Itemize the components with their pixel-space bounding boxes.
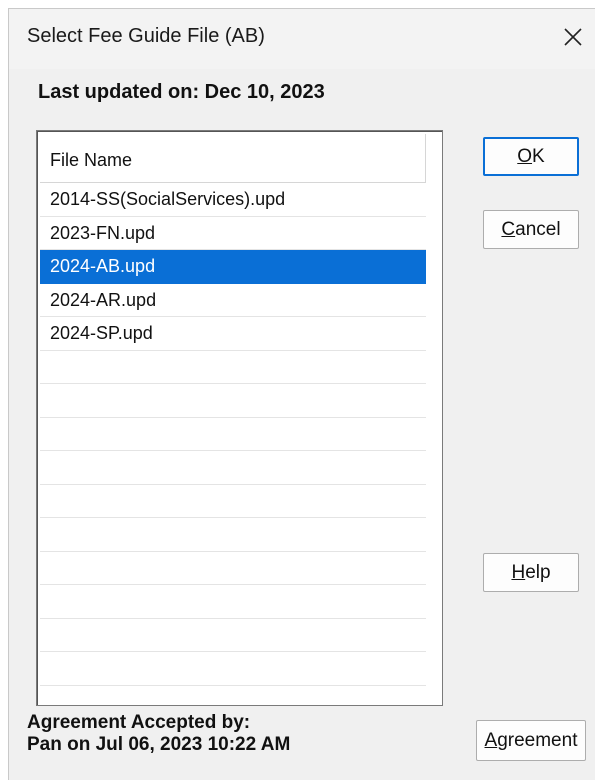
- list-item[interactable]: 2023-FN.upd: [40, 217, 426, 250]
- list-item[interactable]: [40, 384, 426, 418]
- dialog-window: Select Fee Guide File (AB) Last updated …: [8, 8, 595, 780]
- column-header-label: File Name: [50, 150, 133, 170]
- agreement-button[interactable]: Agreement: [476, 720, 586, 761]
- window-title: Select Fee Guide File (AB): [27, 25, 265, 47]
- list-item[interactable]: 2024-AR.upd: [40, 284, 426, 317]
- cancel-mnemonic: C: [501, 218, 516, 240]
- file-list[interactable]: File Name 2014-SS(SocialServices).upd 202…: [36, 130, 443, 706]
- list-item[interactable]: [40, 619, 426, 652]
- list-item[interactable]: [40, 552, 426, 585]
- ok-label-rest: K: [532, 145, 545, 167]
- list-item[interactable]: [40, 585, 426, 619]
- agreement-accepted-info: Agreement Accepted by: Pan on Jul 06, 20…: [27, 712, 290, 756]
- cancel-button[interactable]: Cancel: [483, 210, 579, 249]
- close-button[interactable]: [551, 13, 595, 61]
- agreement-label-rest: greement: [497, 729, 578, 751]
- agreement-mnemonic: A: [484, 729, 498, 751]
- list-item[interactable]: [40, 485, 426, 518]
- ok-mnemonic: O: [517, 145, 533, 167]
- list-item[interactable]: 2014-SS(SocialServices).upd: [40, 183, 426, 217]
- list-item[interactable]: [40, 518, 426, 552]
- help-label-rest: elp: [525, 561, 551, 583]
- close-icon: [564, 28, 582, 46]
- list-item[interactable]: 2024-AB.upd: [40, 250, 426, 284]
- list-item[interactable]: [40, 418, 426, 451]
- list-item[interactable]: 2024-SP.upd: [40, 317, 426, 351]
- help-mnemonic: H: [511, 561, 526, 583]
- list-rows: 2014-SS(SocialServices).upd 2023-FN.upd 20…: [40, 183, 440, 706]
- list-item[interactable]: [40, 451, 426, 485]
- list-header-file-name[interactable]: File Name: [40, 134, 426, 183]
- help-button[interactable]: Help: [483, 553, 579, 592]
- agreement-line-2: Pan on Jul 06, 2023 10:22 AM: [27, 734, 291, 755]
- cancel-label-rest: ancel: [515, 218, 561, 240]
- title-bar[interactable]: Select Fee Guide File (AB): [9, 9, 595, 69]
- last-updated-label: Last updated on: Dec 10, 2023: [38, 81, 325, 103]
- list-item[interactable]: [40, 686, 426, 706]
- ok-button[interactable]: OK: [483, 137, 579, 176]
- list-item[interactable]: [40, 652, 426, 686]
- agreement-line-1: Agreement Accepted by:: [27, 712, 251, 733]
- list-item[interactable]: [40, 351, 426, 384]
